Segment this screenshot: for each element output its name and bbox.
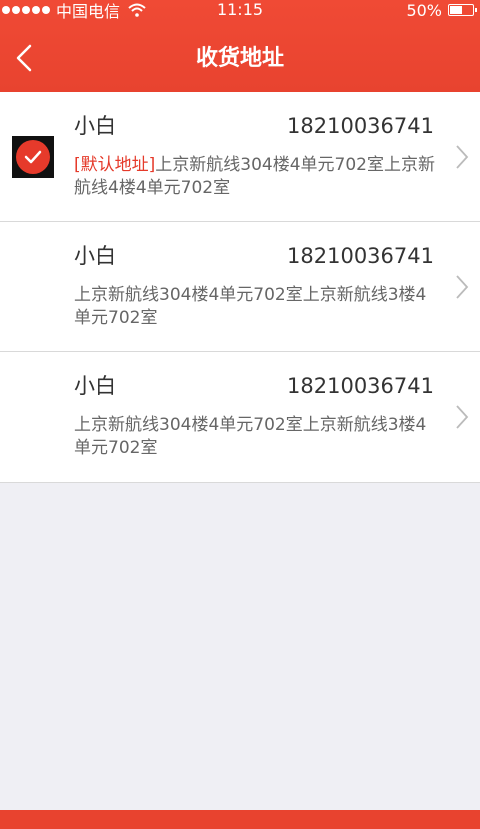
default-checkbox[interactable] [12,136,54,178]
address-text: 上京新航线304楼4单元702室上京新航线3楼4单元702室 [74,285,427,328]
page-title: 收货地址 [195,46,284,71]
recipient-name: 小白 [74,114,116,138]
battery-icon [448,4,477,16]
address-item-default[interactable]: 小白 18210036741 [默认地址]上京新航线304楼4单元702室上京新… [0,92,480,222]
address-text: [默认地址]上京新航线304楼4单元702室上京新航线4楼4单元702室 [74,154,436,200]
checkmark-icon [24,150,42,164]
address-list: 小白 18210036741 [默认地址]上京新航线304楼4单元702室上京新… [0,92,480,483]
default-address-tag: [默认地址] [74,155,156,175]
address-text: 上京新航线304楼4单元702室上京新航线3楼4单元702室 [74,415,427,458]
bottom-bar [0,810,480,829]
recipient-name: 小白 [74,244,116,268]
recipient-phone: 18210036741 [287,114,434,138]
recipient-name: 小白 [74,374,116,398]
address-item[interactable]: 小白 18210036741 上京新航线304楼4单元702室上京新航线3楼4单… [0,352,480,482]
address-item[interactable]: 小白 18210036741 上京新航线304楼4单元702室上京新航线3楼4单… [0,222,480,352]
chevron-right-icon [456,275,469,299]
recipient-phone: 18210036741 [287,244,434,268]
status-bar: 中国电信 11:15 50% [0,0,480,21]
chevron-right-icon [456,145,469,169]
chevron-right-icon [456,405,469,429]
battery-percentage: 50% [406,0,442,20]
recipient-phone: 18210036741 [287,374,434,398]
header: 中国电信 11:15 50% 收货地址 [0,0,480,92]
